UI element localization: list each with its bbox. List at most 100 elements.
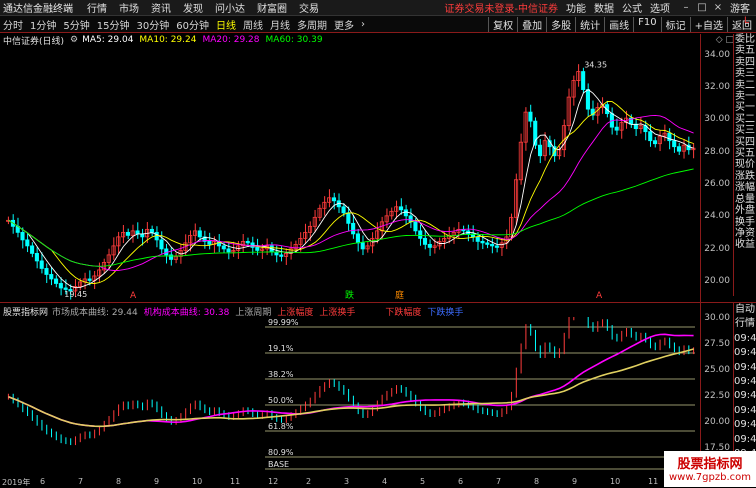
menu-item[interactable]: 行情	[87, 0, 107, 15]
period-tab[interactable]: 5分钟	[63, 17, 89, 32]
menu-item[interactable]: 交易	[299, 0, 319, 15]
sidebar-item[interactable]: 收益	[734, 239, 756, 250]
toolbar-button[interactable]: 叠加	[517, 16, 546, 32]
sidebar-item[interactable]: 涨幅	[734, 182, 756, 193]
candle-body	[87, 278, 92, 281]
toolbar-button[interactable]: +自选	[689, 16, 727, 32]
sidebar-item[interactable]: 外盘	[734, 205, 756, 216]
period-tab[interactable]: 60分钟	[176, 17, 209, 32]
toolbar-button[interactable]: 多股	[546, 16, 575, 32]
sidebar-item[interactable]: 现价	[734, 159, 756, 170]
month-label: 11	[230, 477, 241, 486]
period-tab[interactable]: 分时	[3, 17, 23, 32]
candle-body	[581, 71, 586, 90]
sidebar-item[interactable]: 委比	[734, 34, 756, 45]
login-warning[interactable]: 证券交易未登录-中信证券	[444, 0, 558, 15]
quote-sidebar: 委比 卖五 卖四 卖三 卖二 卖一 买一 买二 买三 买四 买五 现价 涨跌 涨幅 总量 外盘 换手 净资 收益	[733, 34, 756, 296]
candle-body	[245, 240, 250, 244]
menu-item[interactable]: 资讯	[151, 0, 171, 15]
fib-label: 50.0%	[268, 396, 294, 405]
ticker-item: 09:47	[734, 433, 756, 445]
period-tab[interactable]: 15分钟	[97, 17, 130, 32]
ticker-item: 09:47	[734, 419, 756, 431]
candle-body	[408, 215, 413, 223]
indicator-tick: 20.00	[704, 417, 730, 427]
minimize-icon[interactable]: –	[678, 2, 694, 13]
top-menu-data[interactable]: 数据	[594, 0, 614, 15]
candle-body	[58, 283, 63, 289]
sidebar-item[interactable]: 总量	[734, 194, 756, 205]
sidebar-item[interactable]: 净资	[734, 228, 756, 239]
indicator-s3: 上涨周期	[235, 307, 272, 318]
sidebar-item[interactable]: 买四	[734, 137, 756, 148]
sidebar-item[interactable]: 买二	[734, 114, 756, 125]
candle-body	[149, 228, 154, 233]
toolbar-button[interactable]: 返回	[727, 16, 756, 32]
price-chart[interactable]: 34.35 19.45 A 跌 庭 A	[0, 46, 700, 300]
month-label: 2	[306, 477, 312, 486]
title-bar: 通达信金融终端 行情 市场 资讯 发现 问小达 财富圈 交易 证券交易未登录-中…	[0, 0, 756, 16]
ticker-item: 09:47	[734, 332, 756, 344]
close-icon[interactable]: ×	[710, 2, 726, 13]
month-label: 8	[116, 477, 122, 486]
toolbar-button[interactable]: 复权	[488, 16, 517, 32]
period-tab[interactable]: 1分钟	[30, 17, 56, 32]
toolbar-button[interactable]: 统计	[575, 16, 604, 32]
sidebar-item[interactable]: 买一	[734, 102, 756, 113]
period-toolbar: 分时 1分钟 5分钟 15分钟 30分钟 60分钟 日线 周线 月线 多周期 更…	[0, 16, 756, 33]
sidebar-item[interactable]: 卖一	[734, 91, 756, 102]
chevron-right-icon[interactable]: ›	[361, 19, 365, 30]
sidebar-item[interactable]: 涨跌	[734, 171, 756, 182]
period-tab[interactable]: 多周期	[297, 17, 327, 32]
candle-body	[427, 243, 432, 248]
candle-body	[494, 245, 499, 248]
period-tab[interactable]: 月线	[270, 17, 290, 32]
ticker-item: 行情	[735, 318, 755, 330]
period-tab[interactable]: 30分钟	[136, 17, 169, 32]
sidebar-item[interactable]: 卖二	[734, 80, 756, 91]
toolbar-button[interactable]: 画线	[604, 16, 633, 32]
period-tab-more[interactable]: 更多	[334, 17, 354, 32]
menu-item[interactable]: 市场	[119, 0, 139, 15]
institution-cost-curve	[8, 333, 694, 428]
month-label: 9	[572, 477, 578, 486]
menu-item[interactable]: 发现	[183, 0, 203, 15]
indicator-chart[interactable]: 99.99% 19.1% 38.2% 50.0% 61.8% 80.9% BASE	[0, 317, 700, 477]
sidebar-item[interactable]: 买五	[734, 148, 756, 159]
market-cost-curve	[8, 348, 694, 428]
top-menu-options[interactable]: 选项	[650, 0, 670, 15]
ma60-label: MA60: 30.39	[265, 35, 323, 45]
menu-item[interactable]: 财富圈	[257, 0, 287, 15]
signal-mark: A	[596, 291, 603, 300]
toolbar-button[interactable]: 标记	[660, 16, 690, 32]
top-menu-formula[interactable]: 公式	[622, 0, 642, 15]
ma5-label: MA5: 29.04	[82, 35, 134, 45]
sidebar-item[interactable]: 卖三	[734, 68, 756, 79]
ticker-item: 09:47	[734, 390, 756, 402]
stock-title: 中信证券(日线)	[3, 36, 65, 47]
month-label: 11	[648, 477, 659, 486]
period-tab-active[interactable]: 日线	[216, 17, 236, 32]
fib-label: 19.1%	[268, 344, 294, 353]
maximize-icon[interactable]: □	[694, 2, 710, 13]
sidebar-item[interactable]: 卖五	[734, 45, 756, 56]
fib-label: BASE	[268, 460, 289, 469]
settings-icon[interactable]: ⚙	[70, 35, 78, 45]
top-menu-function[interactable]: 功能	[566, 0, 586, 15]
candle-body	[528, 111, 533, 122]
candle-body	[475, 236, 480, 242]
user-label[interactable]: 游客	[730, 0, 750, 15]
indicator-s5: 上涨换手	[319, 307, 356, 318]
sidebar-item[interactable]: 换手	[734, 217, 756, 228]
toolbar-button[interactable]: F10	[633, 16, 660, 32]
menu-item[interactable]: 问小达	[215, 0, 245, 15]
sidebar-item[interactable]: 卖四	[734, 57, 756, 68]
candle-body	[652, 140, 658, 145]
candle-body	[207, 240, 212, 245]
candle-body	[351, 222, 356, 235]
sidebar-item[interactable]: 买三	[734, 125, 756, 136]
candle-body	[672, 140, 677, 148]
period-tab[interactable]: 周线	[243, 17, 263, 32]
ticker-item: 自动	[735, 304, 755, 315]
candle-body	[197, 230, 202, 238]
